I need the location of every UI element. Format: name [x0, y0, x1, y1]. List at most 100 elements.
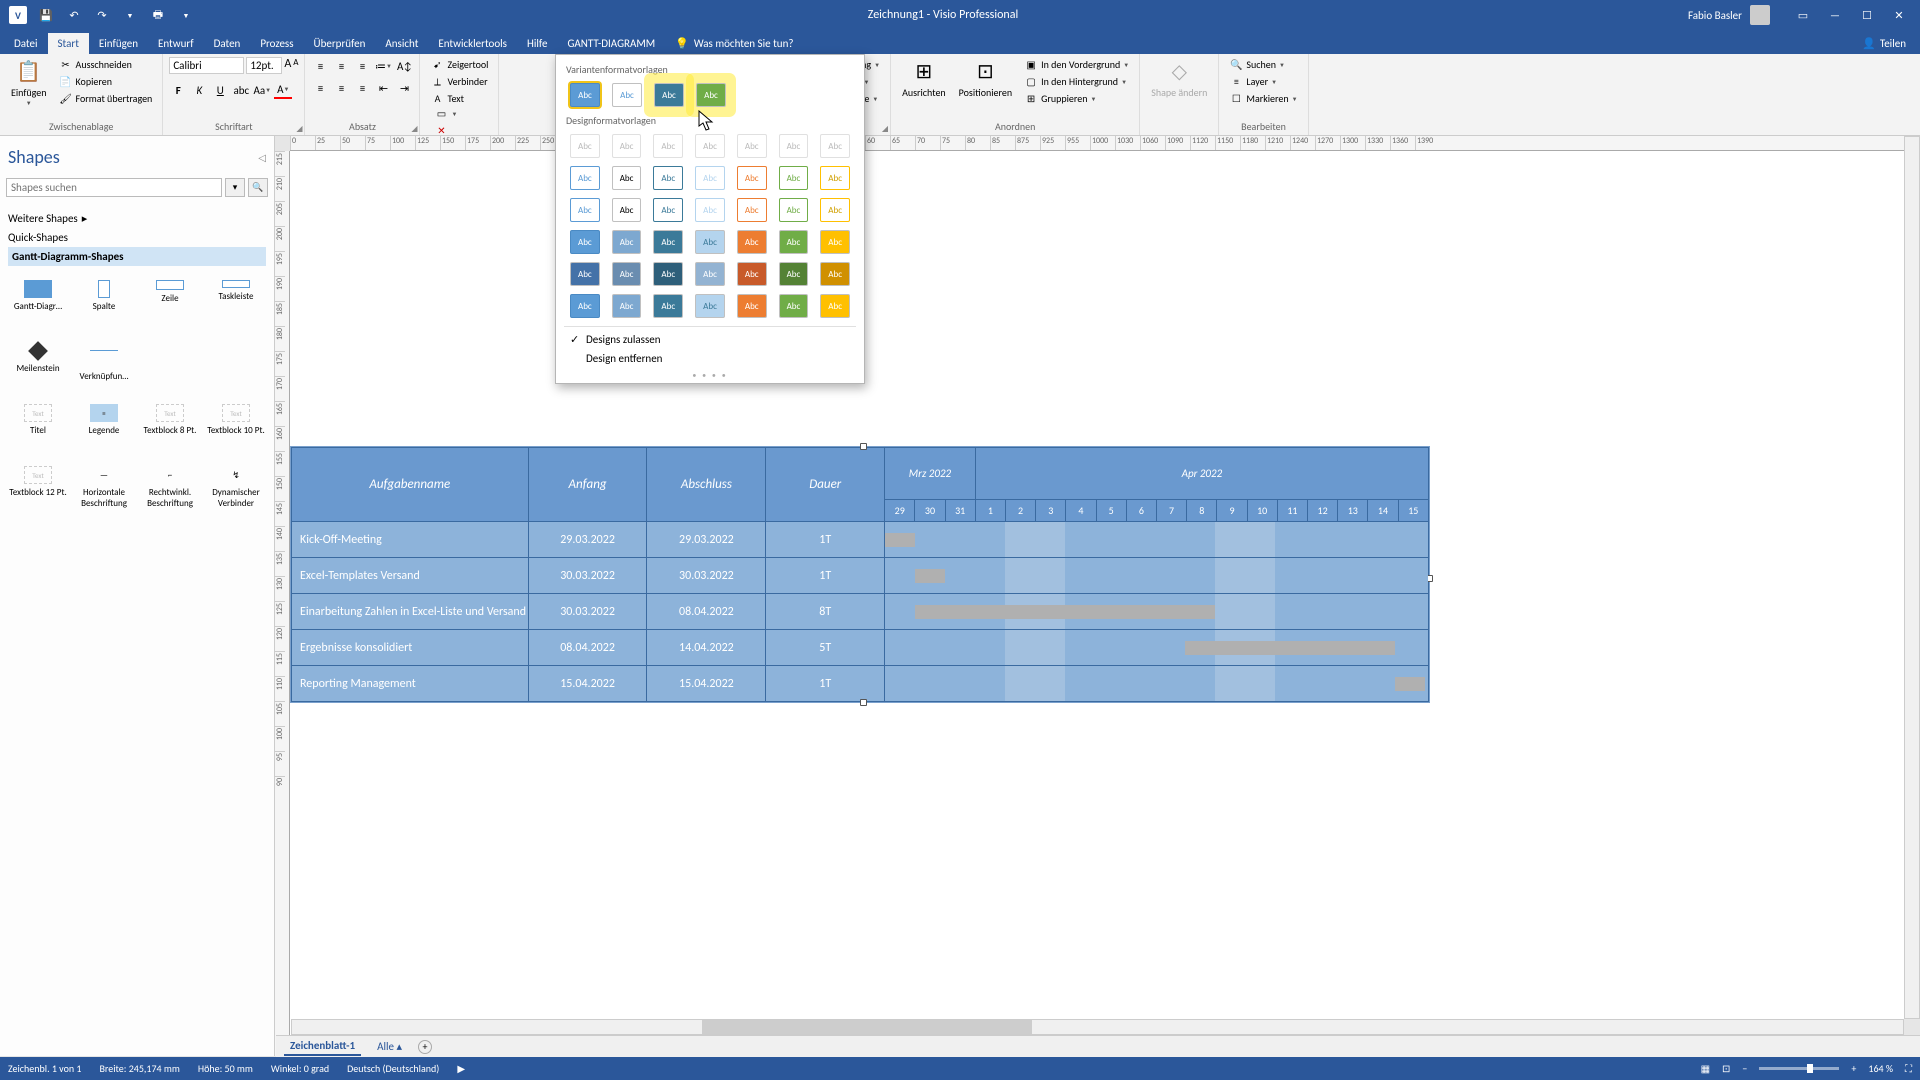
tab-hilfe[interactable]: Hilfe	[517, 33, 557, 54]
paste-button[interactable]: 📋 Einfügen ▼	[6, 57, 52, 109]
align-bottom-icon[interactable]: ≡	[353, 57, 371, 75]
task-name-cell[interactable]: Ergebnisse konsolidiert	[292, 630, 529, 666]
align-right-icon[interactable]: ≡	[353, 79, 371, 97]
search-dropdown-icon[interactable]: ▾	[225, 178, 245, 197]
start-cell[interactable]: 30.03.2022	[528, 558, 647, 594]
tab-prozess[interactable]: Prozess	[250, 33, 303, 54]
duration-cell[interactable]: 5T	[766, 630, 885, 666]
style-swatch[interactable]: Abc	[779, 198, 809, 222]
style-swatch[interactable]: Abc	[820, 166, 850, 190]
style-swatch[interactable]: Abc	[820, 262, 850, 286]
shape-column[interactable]: Spalte	[72, 276, 136, 336]
user-avatar[interactable]	[1750, 5, 1770, 25]
shapes-search-input[interactable]	[6, 178, 222, 197]
style-swatch[interactable]: Abc	[653, 134, 683, 158]
pointer-tool-button[interactable]: ➹Zeigertool	[426, 57, 492, 72]
start-cell[interactable]: 15.04.2022	[528, 666, 647, 702]
shape-hlabel[interactable]: —Horizontale Beschriftung	[72, 462, 136, 522]
shrink-font-icon[interactable]: A	[293, 57, 298, 74]
style-swatch[interactable]: Abc	[695, 294, 725, 318]
style-swatch[interactable]: Abc	[653, 230, 683, 254]
quick-shapes-button[interactable]: Quick-Shapes	[8, 228, 266, 247]
style-swatch[interactable]: Abc	[570, 134, 600, 158]
style-swatch[interactable]: Abc	[570, 230, 600, 254]
task-name-cell[interactable]: Einarbeitung Zahlen in Excel-Liste und V…	[292, 594, 529, 630]
end-cell[interactable]: 30.03.2022	[647, 558, 766, 594]
layer-button[interactable]: ≡Layer▼	[1225, 74, 1281, 89]
app-menu-icon[interactable]: V	[6, 3, 30, 27]
text-tool-button[interactable]: AText	[426, 91, 468, 106]
dialog-launcher-icon[interactable]: ◢	[411, 124, 417, 134]
style-swatch[interactable]: Abc	[737, 230, 767, 254]
style-swatch[interactable]: Abc	[695, 166, 725, 190]
shape-textblock-10[interactable]: TextTextblock 10 Pt.	[204, 400, 268, 460]
gantt-bar[interactable]	[915, 605, 1215, 619]
duration-cell[interactable]: 1T	[766, 666, 885, 702]
align-top-icon[interactable]: ≡	[311, 57, 329, 75]
gantt-shapes-stencil[interactable]: Gantt-Diagramm-Shapes	[8, 247, 266, 266]
table-row[interactable]: Kick-Off-Meeting 29.03.2022 29.03.2022 1…	[292, 522, 1429, 558]
tab-ueberpruefen[interactable]: Überprüfen	[304, 33, 376, 54]
indent-decrease-icon[interactable]: ⇤	[374, 79, 392, 97]
fit-window-icon[interactable]: ⛶	[1905, 1062, 1912, 1075]
start-cell[interactable]: 08.04.2022	[528, 630, 647, 666]
zoom-slider[interactable]	[1759, 1067, 1839, 1070]
remove-design-option[interactable]: Design entfernen	[568, 349, 852, 368]
add-sheet-icon[interactable]: +	[418, 1040, 432, 1054]
shape-row[interactable]: Zeile	[138, 276, 202, 336]
style-swatch[interactable]: Abc	[737, 134, 767, 158]
style-swatch[interactable]: Abc	[612, 83, 642, 107]
zoom-out-icon[interactable]: −	[1742, 1062, 1747, 1075]
timeline-cell[interactable]	[885, 630, 1429, 666]
style-swatch[interactable]: Abc	[612, 294, 642, 318]
style-swatch[interactable]: Abc	[779, 166, 809, 190]
group-button[interactable]: ⊞Gruppieren▼	[1020, 91, 1133, 106]
style-swatch[interactable]: Abc	[570, 166, 600, 190]
style-swatch[interactable]: Abc	[653, 166, 683, 190]
table-row[interactable]: Excel-Templates Versand 30.03.2022 30.03…	[292, 558, 1429, 594]
search-go-icon[interactable]: 🔍	[248, 178, 268, 197]
save-icon[interactable]: 💾	[34, 3, 58, 27]
gantt-bar[interactable]	[1395, 677, 1425, 691]
end-cell[interactable]: 15.04.2022	[647, 666, 766, 702]
align-middle-icon[interactable]: ≡	[332, 57, 350, 75]
close-icon[interactable]: ✕	[1884, 3, 1914, 27]
sheet-tab-all[interactable]: Alle ▴	[371, 1038, 408, 1055]
user-name[interactable]: Fabio Basler	[1688, 9, 1742, 22]
case-button[interactable]: Aa▼	[253, 81, 271, 99]
drawing-canvas[interactable]: Aufgabenname Anfang Abschluss Dauer Mrz …	[290, 151, 1904, 1056]
style-swatch[interactable]: Abc	[695, 230, 725, 254]
chevron-down-icon[interactable]: ▼	[174, 3, 198, 27]
style-swatch[interactable]: Abc	[737, 166, 767, 190]
shape-connector[interactable]: ↯Dynamischer Verbinder	[204, 462, 268, 522]
style-swatch[interactable]: Abc	[737, 198, 767, 222]
zoom-value[interactable]: 164 %	[1868, 1062, 1893, 1075]
select-button[interactable]: ☐Markieren▼	[1225, 91, 1301, 106]
tab-einfuegen[interactable]: Einfügen	[89, 33, 148, 54]
more-shapes-button[interactable]: Weitere Shapes ▸	[8, 209, 266, 228]
table-row[interactable]: Einarbeitung Zahlen in Excel-Liste und V…	[292, 594, 1429, 630]
undo-icon[interactable]: ↶	[62, 3, 86, 27]
share-button[interactable]: 👤 Teilen	[1852, 33, 1916, 54]
style-swatch[interactable]: Abc	[737, 262, 767, 286]
vertical-scrollbar[interactable]	[1904, 136, 1920, 1019]
table-row[interactable]: Ergebnisse konsolidiert 08.04.2022 14.04…	[292, 630, 1429, 666]
style-swatch[interactable]: Abc	[820, 134, 850, 158]
end-cell[interactable]: 29.03.2022	[647, 522, 766, 558]
align-center-icon[interactable]: ≡	[332, 79, 350, 97]
align-button[interactable]: ⊞Ausrichten	[897, 57, 951, 101]
font-name-input[interactable]	[169, 57, 244, 74]
zoom-in-icon[interactable]: +	[1851, 1062, 1856, 1075]
shape-rlabel[interactable]: ⌐Rechtwinkl. Beschriftung	[138, 462, 202, 522]
cut-button[interactable]: ✂Ausschneiden	[55, 57, 157, 72]
style-swatch[interactable]: Abc	[570, 294, 600, 318]
shape-title[interactable]: TextTitel	[6, 400, 70, 460]
font-size-input[interactable]	[246, 57, 282, 74]
style-swatch[interactable]: Abc	[779, 230, 809, 254]
bullets-icon[interactable]: ≔▼	[374, 57, 392, 75]
change-shape-button[interactable]: ◇Shape ändern	[1146, 57, 1212, 101]
style-swatch[interactable]: Abc	[612, 198, 642, 222]
style-swatch[interactable]: Abc	[654, 83, 684, 107]
tab-datei[interactable]: Datei	[4, 33, 48, 54]
status-lang[interactable]: Deutsch (Deutschland)	[347, 1062, 439, 1075]
